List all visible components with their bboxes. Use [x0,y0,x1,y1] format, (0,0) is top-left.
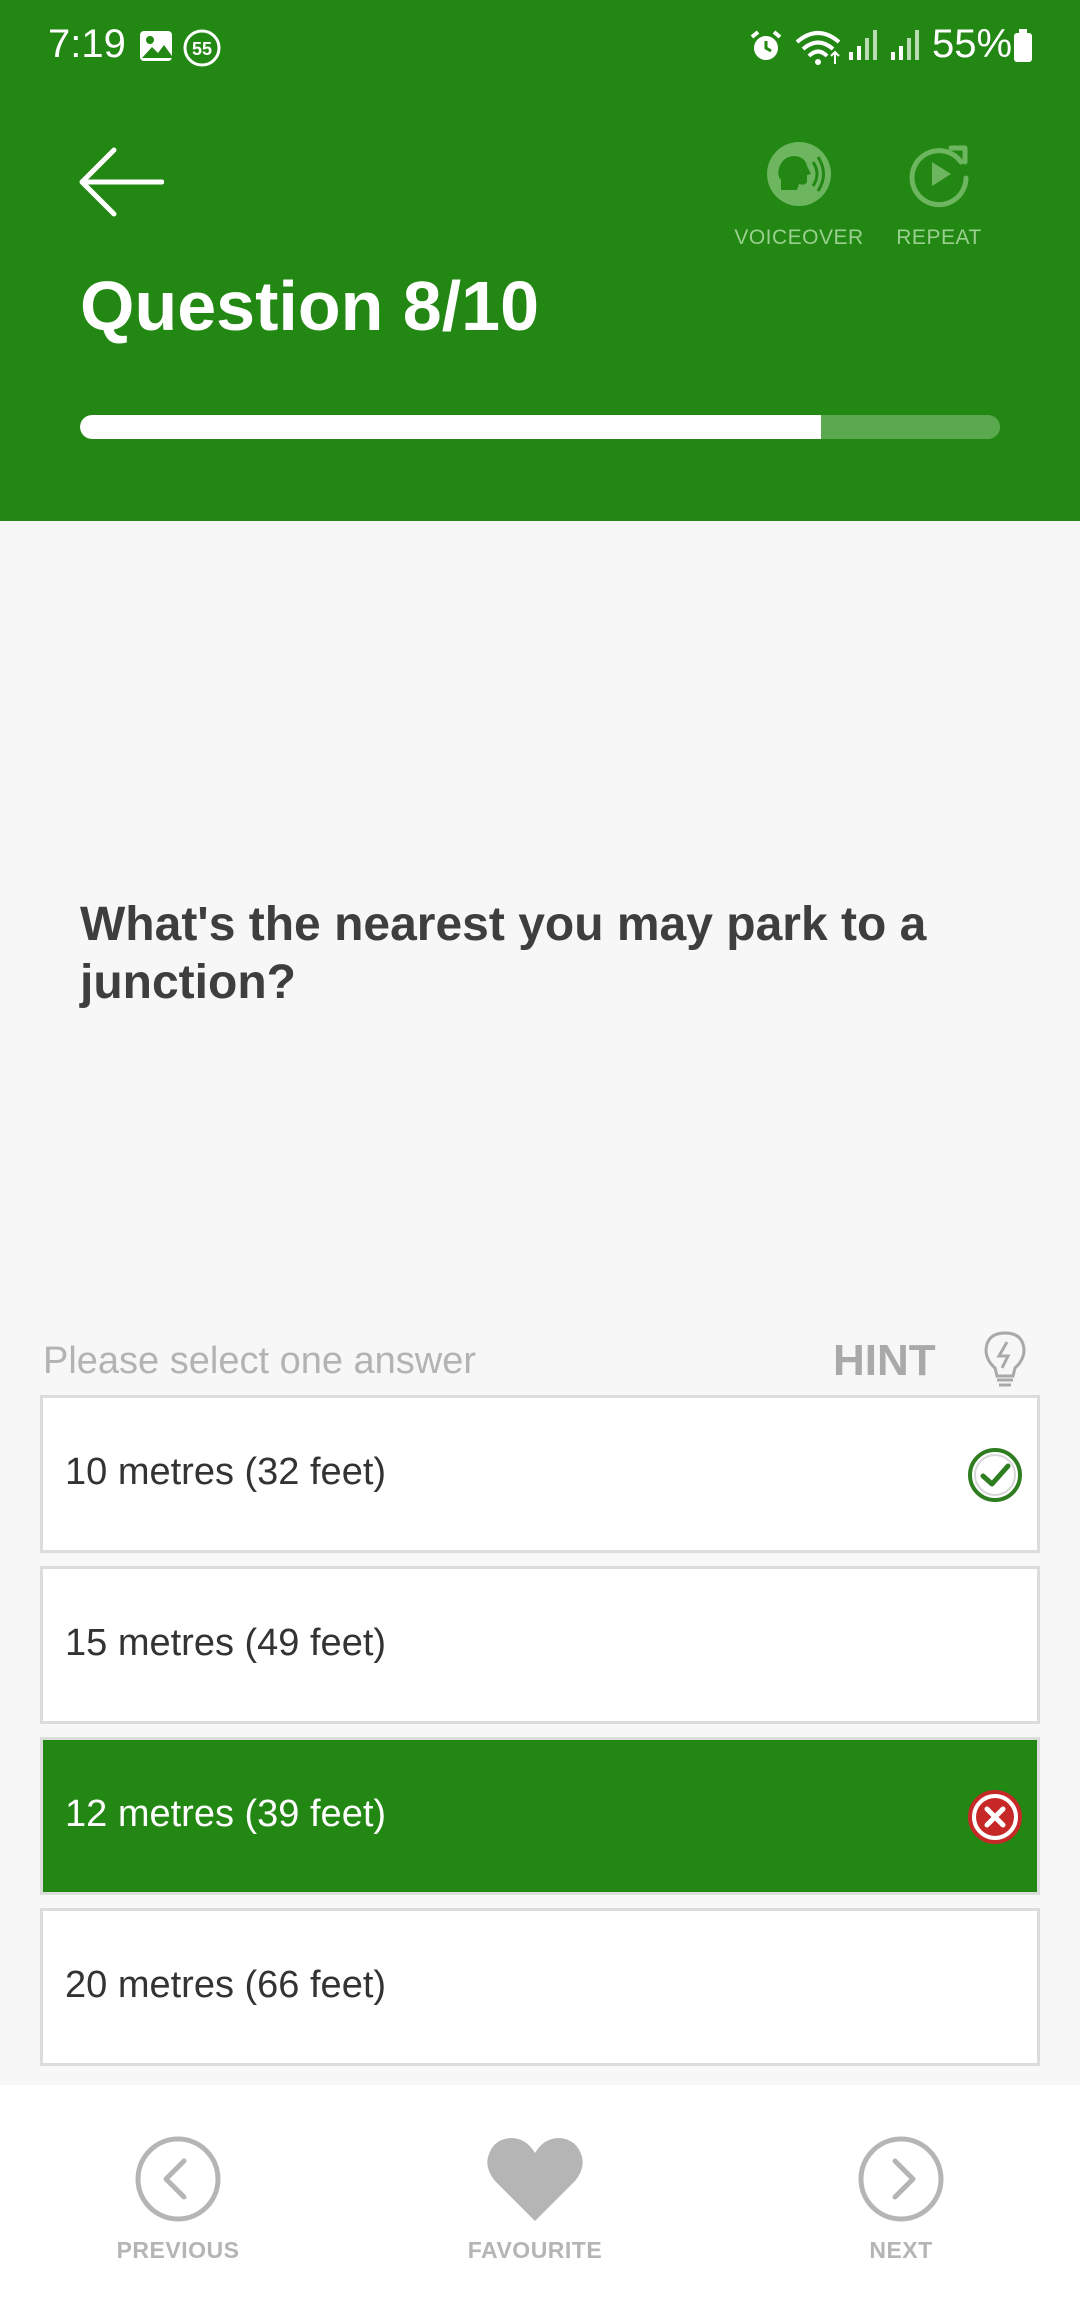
voiceover-label: VOICEOVER [734,226,864,249]
signal-icon-sim2 [887,28,923,69]
gallery-icon [138,28,174,69]
previous-label: PREVIOUS [116,2237,240,2263]
repeat-label: REPEAT [896,226,982,249]
answer-option-2[interactable]: 15 metres (49 feet) [40,1566,1040,1724]
answer-text: 12 metres (39 feet) [65,1793,387,1835]
answer-option-1[interactable]: 10 metres (32 feet) [40,1395,1040,1553]
wrong-cross-icon [967,1789,1023,1850]
next-label: NEXT [869,2237,933,2263]
status-time: 7:19 [48,22,126,66]
select-answer-prompt: Please select one answer [43,1340,477,1382]
answer-option-4[interactable]: 20 metres (66 feet) [40,1908,1040,2066]
arrow-left-icon [79,147,165,217]
alarm-icon [748,28,784,69]
quiz-progress-fill [80,415,821,439]
answer-text: 10 metres (32 feet) [65,1451,387,1493]
battery-percent: 55% [932,22,1013,66]
svg-text:55: 55 [192,39,212,59]
replay-icon [909,145,969,208]
repeat-button[interactable]: REPEAT [869,140,1009,250]
voiceover-button[interactable]: VOICEOVER [729,140,869,250]
header: 7:19 55 55% VOICEOVER REPEAT Question 8/… [0,0,1080,521]
bottom-navigation: PREVIOUS FAVOURITE NEXT [0,2085,1080,2316]
chevron-left-circle-icon [135,2136,221,2222]
voiceover-icon [767,142,831,206]
chevron-right-circle-icon [858,2136,944,2222]
answer-text: 15 metres (49 feet) [65,1622,387,1664]
lightbulb-icon[interactable] [982,1330,1028,1395]
wifi-icon [795,28,841,73]
back-button[interactable] [78,140,165,224]
status-bar: 7:19 55 55% [0,0,1080,94]
question-counter-title: Question 8/10 [80,267,540,345]
favourite-label: FAVOURITE [467,2237,603,2263]
previous-button[interactable]: PREVIOUS [88,2135,268,2264]
next-button[interactable]: NEXT [811,2135,991,2264]
notification-badge-icon: 55 [182,28,222,73]
answer-text: 20 metres (66 feet) [65,1964,387,2006]
battery-icon [1012,28,1034,69]
quiz-progress-bar [80,415,1000,439]
favourite-button[interactable]: FAVOURITE [445,2135,625,2264]
heart-icon [487,2138,583,2221]
correct-check-icon [967,1447,1023,1508]
hint-button[interactable]: HINT [833,1336,936,1386]
question-text: What's the nearest you may park to a jun… [80,898,927,1009]
signal-icon-sim1 [845,28,881,69]
answer-option-3[interactable]: 12 metres (39 feet) [40,1737,1040,1895]
